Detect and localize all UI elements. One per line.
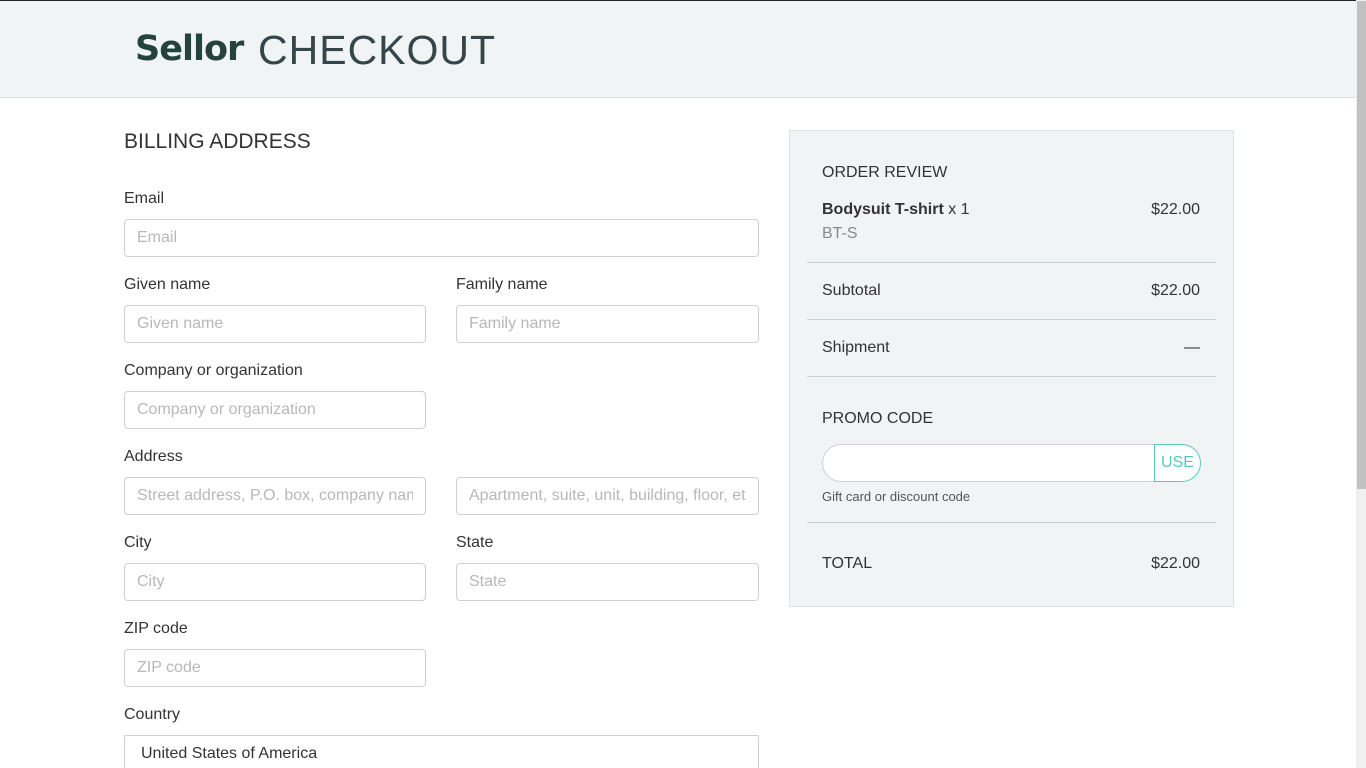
order-item: Bodysuit T-shirt x 1 [822,201,970,219]
promo-code-title: PROMO CODE [822,410,934,427]
shipment-value: — [1184,339,1200,356]
shipment-label: Shipment [822,339,890,356]
country-selected-value: United States of America [141,745,318,762]
company-field[interactable] [124,391,426,429]
street-address-field[interactable] [124,477,426,515]
divider [807,522,1216,523]
company-label: Company or organization [124,362,303,379]
page-header: Sellor CHECKOUT [0,1,1356,98]
item-name: Bodysuit T-shirt [822,201,944,218]
given-name-field[interactable] [124,305,426,343]
given-name-label: Given name [124,276,211,293]
divider [807,376,1216,377]
order-review-title: ORDER REVIEW [822,164,948,181]
email-label: Email [124,190,165,207]
family-name-field[interactable] [456,305,759,343]
address-label: Address [124,448,183,465]
divider [807,262,1216,263]
divider [807,319,1216,320]
use-promo-button[interactable]: USE [1154,444,1201,482]
family-name-label: Family name [456,276,548,293]
state-label: State [456,534,494,551]
page-title: CHECKOUT [258,27,497,73]
billing-address-title: BILLING ADDRESS [124,130,311,153]
promo-help-text: Gift card or discount code [822,489,971,504]
email-field[interactable] [124,219,759,257]
subtotal-label: Subtotal [822,282,881,299]
logo[interactable]: Sellor [135,29,244,69]
country-label: Country [124,706,181,723]
city-field[interactable] [124,563,426,601]
apartment-field[interactable] [456,477,759,515]
subtotal-value: $22.00 [1151,282,1200,299]
total-value: $22.00 [1151,555,1200,572]
item-sku: BT-S [822,225,858,242]
scrollbar-thumb[interactable] [1357,1,1366,489]
item-quantity: x 1 [948,201,970,218]
country-select[interactable]: United States of America [124,735,759,768]
zip-label: ZIP code [124,620,188,637]
total-label: TOTAL [822,555,873,572]
promo-code-input[interactable] [822,444,1156,482]
zip-field[interactable] [124,649,426,687]
state-field[interactable] [456,563,759,601]
item-price: $22.00 [1151,201,1200,218]
city-label: City [124,534,152,551]
